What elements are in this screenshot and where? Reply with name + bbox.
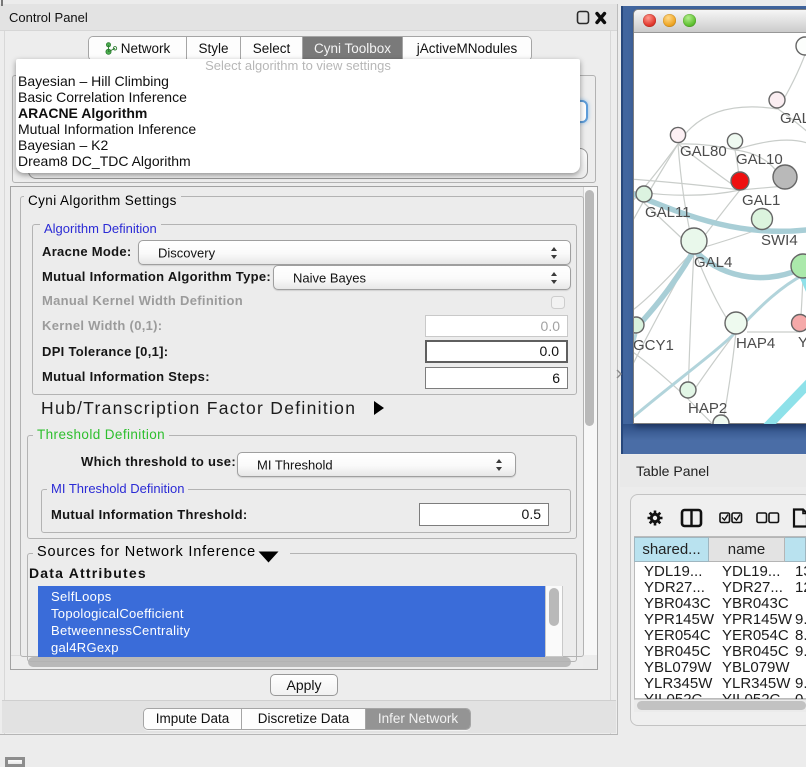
svg-text:SWI4: SWI4 — [761, 232, 798, 249]
svg-text:GAL4: GAL4 — [694, 254, 732, 271]
svg-text:GAL11: GAL11 — [645, 204, 691, 221]
svg-text:Y: Y — [798, 334, 806, 351]
svg-text:GAL10: GAL10 — [736, 151, 783, 168]
svg-text:GAL: GAL — [780, 110, 806, 127]
svg-text:GAL80: GAL80 — [680, 143, 727, 160]
svg-text:HAP4: HAP4 — [736, 335, 775, 352]
svg-text:HAP2: HAP2 — [688, 400, 727, 417]
svg-text:GAL1: GAL1 — [742, 192, 780, 209]
svg-text:GCY1: GCY1 — [634, 337, 674, 354]
